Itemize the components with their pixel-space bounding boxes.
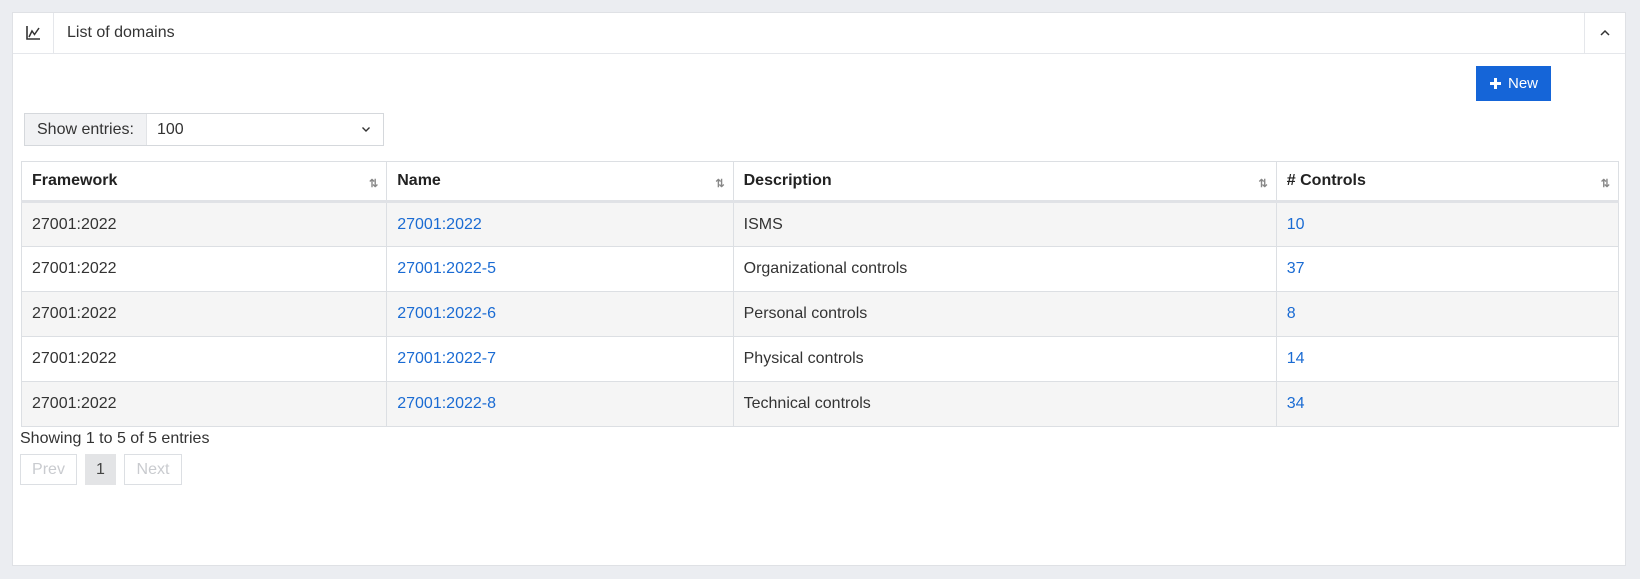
collapse-button[interactable] xyxy=(1584,13,1625,53)
new-button-label: New xyxy=(1507,75,1538,92)
sort-icon: ⇅ xyxy=(715,178,724,190)
table-info: Showing 1 to 5 of 5 entries xyxy=(20,430,210,447)
column-header-label: Framework xyxy=(32,172,118,189)
framework-cell: 27001:2022 xyxy=(20,291,388,337)
controls-cell: 10 xyxy=(1275,201,1620,247)
next-page-button[interactable]: Next xyxy=(124,454,182,485)
description-cell: Organizational controls xyxy=(732,246,1277,292)
column-header-label: Name xyxy=(397,172,441,189)
domains-panel: List of domains New Show entries: 100 Fr… xyxy=(12,12,1626,566)
framework-cell: 27001:2022 xyxy=(20,381,388,427)
controls-cell: 37 xyxy=(1275,246,1620,292)
domain-name-link[interactable]: 27001:2022-5 xyxy=(397,260,496,277)
panel-title: List of domains xyxy=(67,24,175,41)
domain-name-link[interactable]: 27001:2022 xyxy=(397,216,482,233)
sort-icon: ⇅ xyxy=(1258,178,1268,190)
controls-count-link[interactable]: 8 xyxy=(1287,305,1296,322)
framework-cell: 27001:2022 xyxy=(20,201,388,247)
framework-cell: 27001:2022 xyxy=(20,336,388,382)
show-entries: Show entries: 100 xyxy=(24,113,384,146)
table-header-row: Framework ⇅ Name ⇅ Description ⇅ # Contr… xyxy=(20,161,1620,203)
description-cell: Personal controls xyxy=(732,291,1277,337)
domain-name-link[interactable]: 27001:2022-8 xyxy=(397,395,496,412)
sort-icon: ⇅ xyxy=(369,178,378,190)
pagination: Prev 1 Next xyxy=(20,454,182,485)
description-cell: Technical controls xyxy=(732,381,1277,427)
table-row: 27001:2022 27001:2022-7 Physical control… xyxy=(20,336,1620,382)
new-button[interactable]: New xyxy=(1476,66,1551,101)
controls-count-link[interactable]: 37 xyxy=(1287,260,1305,277)
controls-count-link[interactable]: 14 xyxy=(1287,350,1305,367)
chevron-down-icon xyxy=(362,127,370,132)
page-1-button[interactable]: 1 xyxy=(85,454,116,485)
domain-name-link[interactable]: 27001:2022-6 xyxy=(397,305,496,322)
column-header-label: Description xyxy=(743,172,832,189)
column-header-controls[interactable]: # Controls ⇅ xyxy=(1275,161,1620,203)
controls-count-link[interactable]: 10 xyxy=(1287,216,1305,233)
framework-cell: 27001:2022 xyxy=(20,246,388,292)
name-cell: 27001:2022-8 xyxy=(386,381,734,427)
column-header-label: # Controls xyxy=(1286,172,1366,189)
domains-table: Framework ⇅ Name ⇅ Description ⇅ # Contr… xyxy=(20,161,1620,427)
column-header-framework[interactable]: Framework ⇅ xyxy=(20,161,388,203)
name-cell: 27001:2022-5 xyxy=(386,246,734,292)
show-entries-label: Show entries: xyxy=(25,114,147,145)
description-cell: ISMS xyxy=(732,201,1277,247)
chart-line-icon xyxy=(13,13,54,53)
name-cell: 27001:2022 xyxy=(386,201,734,247)
entries-select[interactable]: 100 xyxy=(147,121,383,139)
table-row: 27001:2022 27001:2022-8 Technical contro… xyxy=(20,381,1620,427)
name-cell: 27001:2022-6 xyxy=(386,291,734,337)
column-header-name[interactable]: Name ⇅ xyxy=(386,161,734,203)
column-header-description[interactable]: Description ⇅ xyxy=(732,161,1277,203)
domain-name-link[interactable]: 27001:2022-7 xyxy=(397,350,496,367)
table-row: 27001:2022 27001:2022-5 Organizational c… xyxy=(20,246,1620,292)
controls-cell: 34 xyxy=(1275,381,1620,427)
controls-cell: 8 xyxy=(1275,291,1620,337)
panel-header: List of domains xyxy=(13,13,1625,54)
controls-cell: 14 xyxy=(1275,336,1620,382)
prev-page-button[interactable]: Prev xyxy=(20,454,77,485)
table-row: 27001:2022 27001:2022-6 Personal control… xyxy=(20,291,1620,337)
name-cell: 27001:2022-7 xyxy=(386,336,734,382)
sort-icon: ⇅ xyxy=(1600,178,1610,190)
plus-icon xyxy=(1489,78,1501,89)
controls-count-link[interactable]: 34 xyxy=(1287,395,1305,412)
chevron-up-icon xyxy=(1600,29,1610,36)
table-row: 27001:2022 27001:2022 ISMS 10 xyxy=(20,201,1620,247)
description-cell: Physical controls xyxy=(732,336,1277,382)
entries-select-value: 100 xyxy=(156,120,184,138)
